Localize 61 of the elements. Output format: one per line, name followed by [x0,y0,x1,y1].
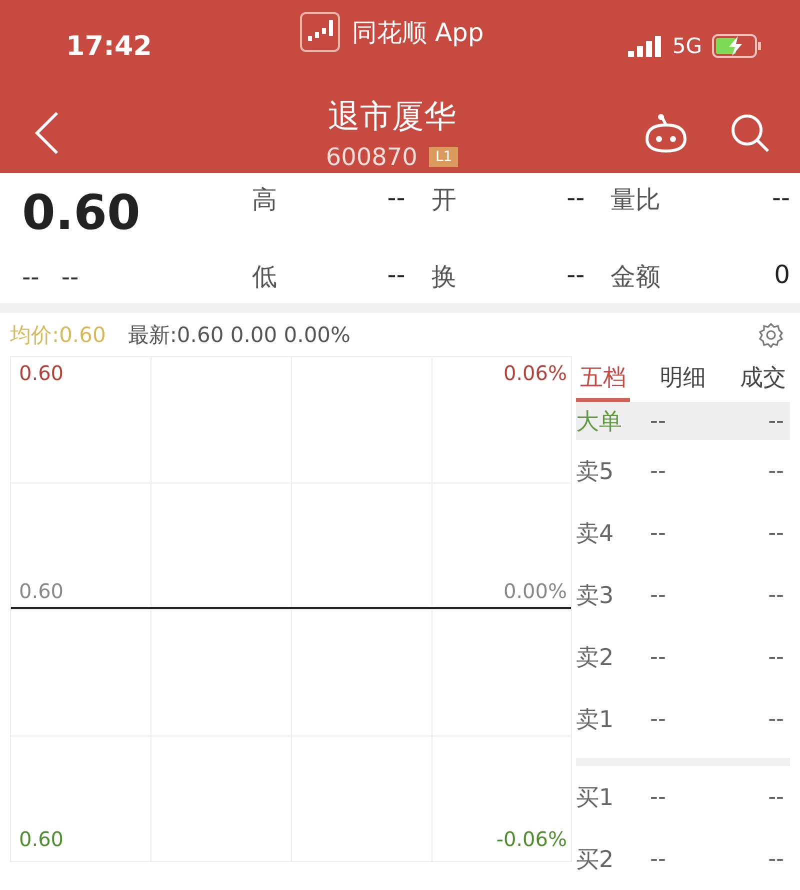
percent-change: -- [61,263,79,292]
order-level-label: 卖2 [576,644,615,672]
percent-axis-label: -0.06% [496,827,567,851]
level-badge: L1 [429,146,458,166]
percent-axis-label: 0.00% [503,579,567,603]
order-level-label: 卖3 [576,582,615,610]
order-volume: -- [767,784,784,810]
stat-value: -- [566,260,585,292]
order-volume: -- [767,706,784,732]
order-volume: -- [767,582,784,608]
stat-value: -- [387,183,406,214]
search-icon[interactable] [730,112,770,152]
order-level-label: 卖5 [576,458,615,486]
order-price: -- [650,408,667,434]
stat-value: -- [566,183,585,214]
order-book-tab[interactable]: 成交 [736,356,790,402]
app-logo-icon [300,12,340,52]
order-level-label: 大单 [576,408,623,436]
order-volume: -- [767,644,784,670]
order-book-tab[interactable]: 明细 [656,356,710,402]
order-level-label: 卖4 [576,520,615,548]
stock-code: 600870 [326,142,418,170]
current-price: 0.60 [22,185,142,242]
order-volume: -- [767,520,784,546]
stock-title: 退市厦华 [328,96,456,136]
order-volume: -- [767,408,784,434]
stat-label: 高 [252,184,277,216]
average-price: 均价:0.60 [10,322,106,349]
order-volume: -- [767,458,784,484]
network-label: 5G [672,34,702,58]
price-axis-label: 0.60 [19,827,64,851]
order-price: -- [650,644,667,670]
robot-icon[interactable] [644,112,688,152]
order-price: -- [650,784,667,810]
stat-label: 金额 [610,261,661,294]
back-icon[interactable] [34,110,60,154]
order-volume: -- [767,846,784,872]
order-level-label: 买1 [576,784,615,812]
latest-quote: 最新:0.60 0.00 0.00% [128,322,352,349]
stat-label: 量比 [610,184,661,216]
stat-label: 换 [431,261,456,294]
stat-label: 低 [252,261,277,294]
price-axis-label: 0.60 [19,579,64,603]
order-price: -- [650,846,667,872]
stat-value: 0 [774,260,790,292]
order-level-label: 买2 [576,846,615,874]
order-level-label: 卖1 [576,706,615,734]
status-time: 17:42 [66,30,152,62]
order-price: -- [650,706,667,732]
stat-label: 开 [431,184,456,216]
price-change: -- [22,263,40,292]
price-axis-label: 0.60 [19,361,64,385]
app-name: 同花顺 App [352,16,484,48]
order-price: -- [650,582,667,608]
order-price: -- [650,458,667,484]
settings-icon[interactable] [758,322,784,348]
order-price: -- [650,520,667,546]
stat-value: -- [772,183,790,214]
signal-icon [628,35,662,57]
percent-axis-label: 0.06% [503,361,567,385]
stat-value: -- [387,260,406,292]
